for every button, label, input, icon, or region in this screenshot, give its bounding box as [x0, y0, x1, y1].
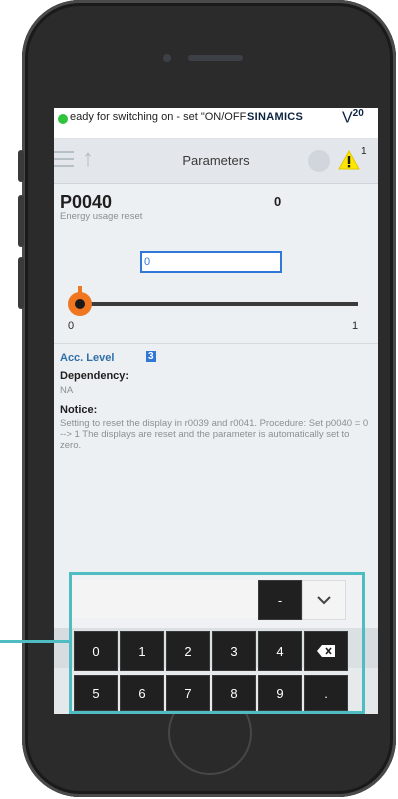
divider: [54, 343, 378, 344]
slider-track[interactable]: [74, 302, 358, 306]
key-minus[interactable]: -: [258, 580, 302, 620]
version-sup: 20: [352, 108, 364, 119]
slider-handle[interactable]: [68, 292, 92, 316]
chevron-down-icon: [317, 596, 331, 605]
access-level-value: 3: [146, 351, 156, 362]
key-decimal[interactable]: .: [304, 675, 348, 711]
version-main: V: [342, 109, 353, 127]
key-3[interactable]: 3: [212, 631, 256, 671]
dependency-value: NA: [60, 385, 74, 396]
numeric-keypad: - 0 1 2 3 4 5 6 7 8 9 .: [69, 572, 365, 714]
volume-up-button: [18, 195, 24, 247]
slider-max-label: 1: [352, 320, 359, 332]
key-4[interactable]: 4: [258, 631, 302, 671]
toolbar: ↑ Parameters 1: [54, 139, 378, 184]
keypad-blank-area: [72, 580, 258, 618]
parameter-value: 0: [274, 194, 282, 209]
dependency-label: Dependency:: [60, 370, 130, 382]
warning-count: 1: [361, 146, 367, 157]
slider-min-label: 0: [68, 320, 75, 332]
backspace-icon: [317, 645, 335, 657]
key-2[interactable]: 2: [166, 631, 210, 671]
mute-switch: [18, 150, 24, 182]
notice-label: Notice:: [60, 404, 98, 416]
version-label: V20: [342, 108, 364, 127]
key-7[interactable]: 7: [166, 675, 210, 711]
gear-icon[interactable]: [308, 150, 330, 172]
key-backspace[interactable]: [304, 631, 348, 671]
key-1[interactable]: 1: [120, 631, 164, 671]
key-9[interactable]: 9: [258, 675, 302, 711]
speaker-grille: [188, 55, 243, 61]
key-5[interactable]: 5: [74, 675, 118, 711]
brand-logo: SINAMICS: [247, 111, 304, 123]
callout-line: [0, 640, 69, 643]
notice-text: Setting to reset the display in r0039 an…: [60, 418, 369, 451]
warning-icon[interactable]: [338, 150, 360, 170]
key-collapse[interactable]: [302, 580, 346, 620]
parameter-id: P0040: [60, 192, 113, 212]
key-8[interactable]: 8: [212, 675, 256, 711]
parameter-description: Energy usage reset: [60, 211, 143, 222]
key-0[interactable]: 0: [74, 631, 118, 671]
status-message: eady for switching on - set "ON/OFF: [70, 111, 246, 123]
value-input[interactable]: [140, 251, 282, 273]
access-level-label: Acc. Level: [60, 352, 115, 364]
status-ok-icon: [58, 114, 68, 124]
camera-icon: [163, 54, 171, 62]
key-6[interactable]: 6: [120, 675, 164, 711]
volume-down-button: [18, 257, 24, 309]
status-bar: eady for switching on - set "ON/OFF SINA…: [54, 108, 378, 139]
